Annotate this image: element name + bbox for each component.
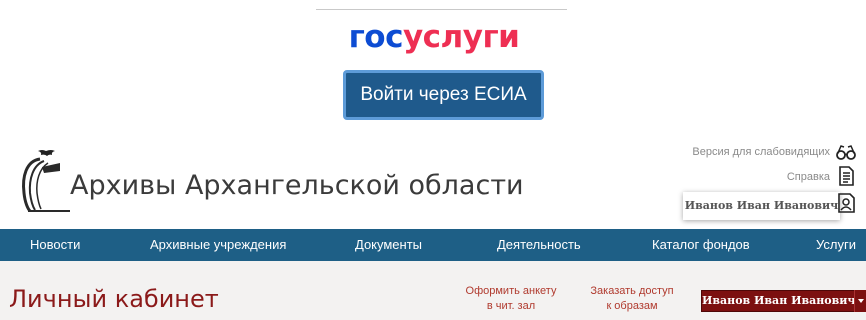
document-icon[interactable] (836, 166, 856, 186)
gosuslugi-logo-part1: гос (348, 19, 404, 55)
reading-room-form-link[interactable]: Оформить анкету в чит. зал (463, 284, 559, 314)
site-title: Архивы Архангельской области (70, 170, 524, 201)
help-link[interactable]: Справка (787, 171, 830, 183)
reading-room-form-link-line1: Оформить анкету (465, 285, 557, 297)
nav-item-news[interactable]: Новости (30, 229, 80, 261)
nav-item-documents[interactable]: Документы (355, 229, 422, 261)
main-navigation: Новости Архивные учреждения Документы Де… (0, 229, 866, 261)
nav-item-services[interactable]: Услуги (816, 229, 856, 261)
image-access-link-line1: Заказать доступ (590, 285, 674, 297)
reading-room-form-link-line2: в чит. зал (486, 300, 536, 312)
image-access-link-line2: к образам (606, 300, 658, 312)
nav-item-activity[interactable]: Деятельность (497, 229, 581, 261)
user-menu-button[interactable]: Иванов Иван Иванович (701, 290, 855, 312)
glasses-icon[interactable] (836, 142, 856, 162)
page-title: Личный кабинет (9, 285, 219, 313)
user-name-popup: Иванов Иван Иванович (683, 192, 840, 220)
nav-item-archives[interactable]: Архивные учреждения (150, 229, 286, 261)
top-divider (316, 9, 567, 10)
nav-item-catalog[interactable]: Каталог фондов (652, 229, 750, 261)
gosuslugi-logo-part2: услуги (402, 19, 520, 55)
accessibility-link[interactable]: Версия для слабовидящих (692, 146, 830, 158)
chevron-down-icon[interactable] (854, 290, 866, 312)
image-access-link[interactable]: Заказать доступ к образам (584, 284, 680, 314)
gosuslugi-logo: госуслуги (334, 18, 534, 56)
user-profile-icon[interactable] (836, 193, 856, 213)
esia-login-button[interactable]: Войти через ЕСИА (343, 70, 544, 120)
archive-logo-icon (22, 150, 70, 213)
